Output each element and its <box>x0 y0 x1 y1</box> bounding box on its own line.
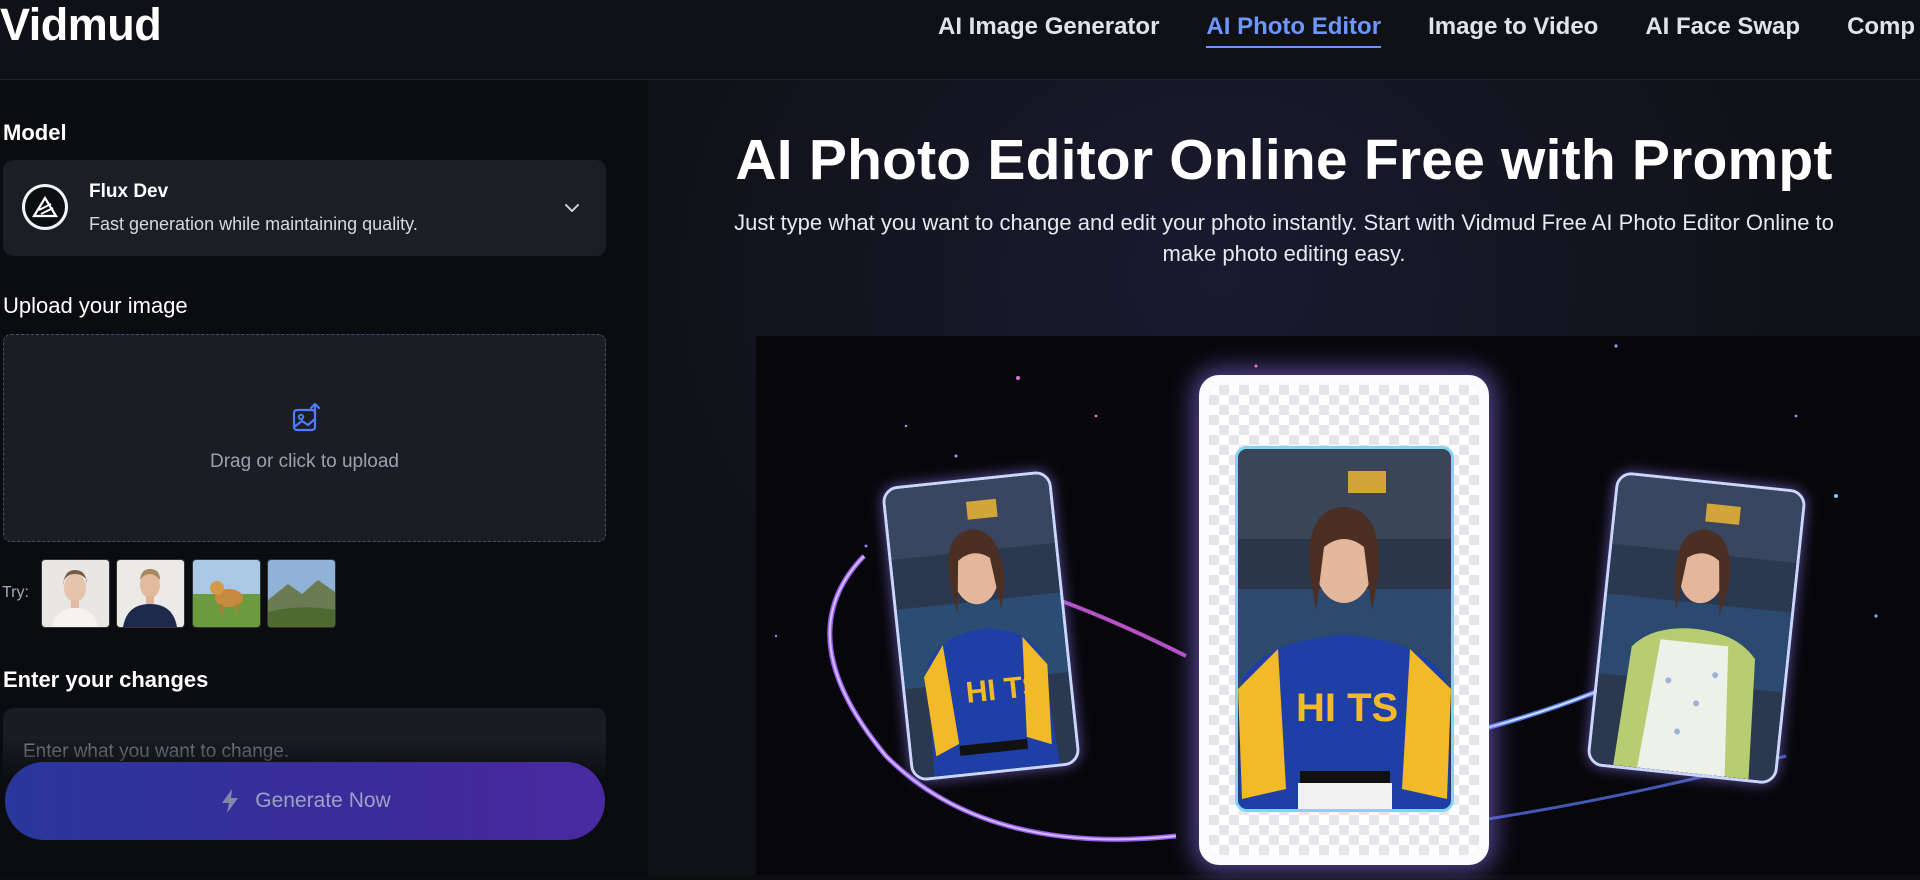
image-upload-dropzone[interactable]: Drag or click to upload <box>3 334 606 542</box>
generate-now-label: Generate Now <box>255 789 391 812</box>
hero-subtitle: Just type what you want to change and ed… <box>648 207 1920 269</box>
nav-ai-face-swap[interactable]: AI Face Swap <box>1645 10 1800 44</box>
nav-ai-photo-editor[interactable]: AI Photo Editor <box>1206 10 1381 48</box>
changes-label: Enter your changes <box>3 667 209 692</box>
before-photo-card: HI TS <box>880 469 1082 783</box>
sample-thumbnail-man[interactable] <box>116 559 185 628</box>
svg-text:HI TS: HI TS <box>1296 686 1398 730</box>
top-navigation-bar: Vidmud AI Image Generator AI Photo Edito… <box>0 0 1920 80</box>
image-upload-icon <box>292 403 321 432</box>
model-label: Model <box>3 120 67 145</box>
model-name: Flux Dev <box>89 181 169 202</box>
hero-title: AI Photo Editor Online Free with Prompt <box>735 128 1833 192</box>
vidmud-logo[interactable]: Vidmud <box>0 0 162 50</box>
model-selector[interactable]: Flux Dev Fast generation while maintaini… <box>3 160 606 256</box>
chevron-down-icon[interactable] <box>560 196 584 220</box>
nav-image-to-video[interactable]: Image to Video <box>1428 10 1598 44</box>
try-label: Try: <box>2 584 29 601</box>
after-photo-card <box>1586 470 1807 786</box>
model-description: Fast generation while maintaining qualit… <box>89 214 418 234</box>
edited-photo-frame: HI TS <box>1199 375 1489 865</box>
sample-thumbnail-woman[interactable] <box>41 559 110 628</box>
nav-comp[interactable]: Comp <box>1847 10 1915 44</box>
lightning-icon <box>222 789 239 813</box>
sample-thumbnail-landscape[interactable] <box>267 559 336 628</box>
hero-subtitle-line2: make photo editing easy. <box>1162 241 1406 266</box>
main-nav: AI Image Generator AI Photo Editor Image… <box>938 10 1920 48</box>
generate-now-button[interactable]: Generate Now <box>5 762 605 840</box>
hero-subtitle-line1: Just type what you want to change and ed… <box>734 210 1834 235</box>
upload-hint: Drag or click to upload <box>209 451 400 472</box>
upload-label: Upload your image <box>3 293 188 318</box>
nav-ai-image-generator[interactable]: AI Image Generator <box>938 10 1159 44</box>
flux-model-icon <box>22 184 68 230</box>
center-photo: HI TS <box>1235 446 1454 812</box>
sample-thumbnail-dog[interactable] <box>192 559 261 628</box>
